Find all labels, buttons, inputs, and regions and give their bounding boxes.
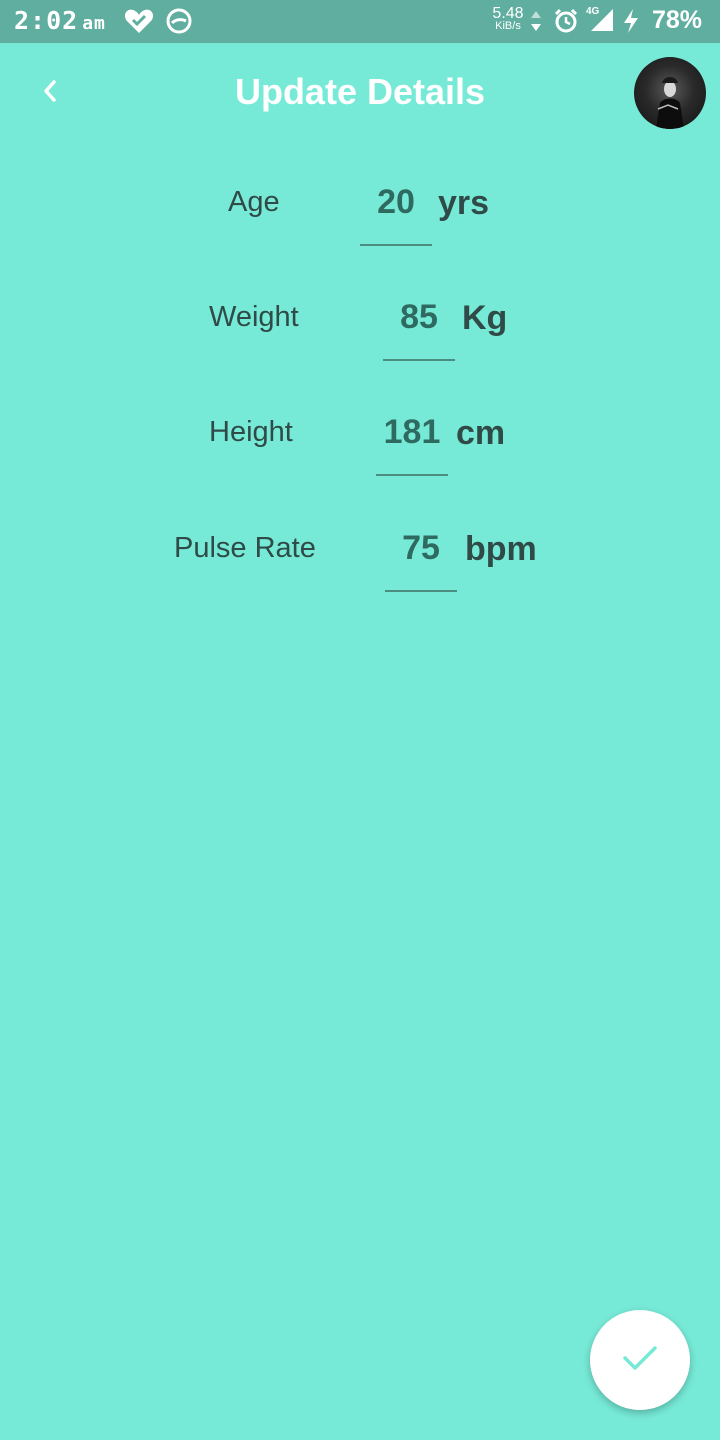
weight-unit: Kg	[462, 299, 508, 337]
weight-label: Weight	[209, 301, 299, 333]
pulse-rate-unit: bpm	[465, 530, 537, 568]
field-pulse-rate: Pulse Rate 75 bpm	[0, 514, 720, 594]
header: Update Details	[0, 43, 720, 143]
page-title: Update Details	[234, 71, 486, 112]
age-unit: yrs	[438, 184, 490, 222]
save-fab-button[interactable]	[590, 1310, 690, 1410]
age-input[interactable]: 20	[360, 184, 432, 246]
status-time-ampm: am	[82, 13, 106, 34]
signal-icon	[590, 8, 614, 37]
battery-level: 78%	[651, 6, 702, 34]
data-arrows-icon	[530, 10, 542, 35]
net-speed: 5.48 KiB/s	[488, 6, 528, 32]
status-bar: 2:02 am 5.48 KiB/s 4G 78%	[0, 0, 720, 43]
charging-bolt-icon	[622, 8, 640, 39]
field-height: Height 181 cm	[0, 398, 720, 478]
avatar-photo	[656, 77, 684, 129]
heart-check-icon	[124, 8, 154, 39]
status-time: 2:02 am	[14, 6, 106, 35]
status-time-value: 2:02	[14, 6, 79, 35]
height-label: Height	[209, 416, 293, 448]
avatar[interactable]	[634, 57, 706, 129]
net-speed-unit: KiB/s	[495, 20, 521, 32]
field-age: Age 20 yrs	[0, 168, 720, 248]
height-input[interactable]: 181	[376, 414, 448, 476]
field-weight: Weight 85 Kg	[0, 283, 720, 363]
pulse-rate-input[interactable]: 75	[385, 530, 457, 592]
alarm-icon	[553, 8, 579, 39]
age-label: Age	[228, 186, 280, 218]
check-icon	[622, 1344, 658, 1377]
weight-input[interactable]: 85	[383, 299, 455, 361]
pulse-rate-label: Pulse Rate	[174, 532, 316, 564]
height-unit: cm	[456, 414, 506, 452]
chat-bubble-icon	[166, 8, 192, 39]
